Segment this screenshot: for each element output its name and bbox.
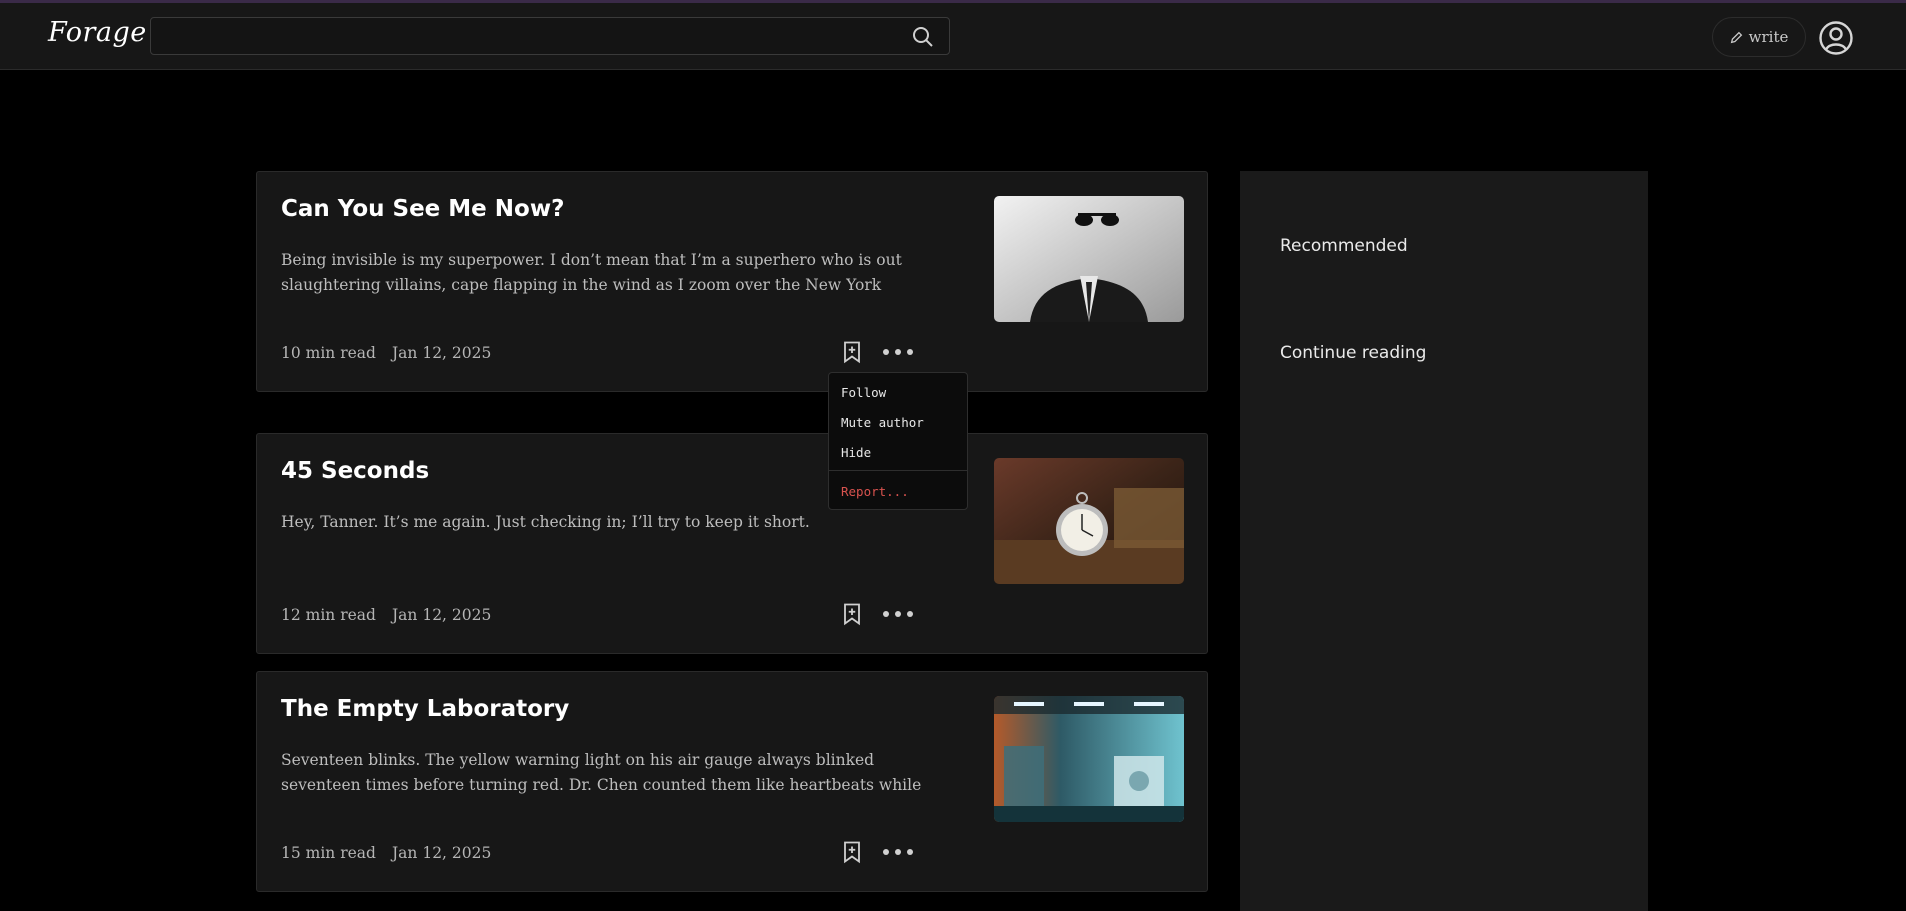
post-thumbnail[interactable] [994, 196, 1184, 322]
menu-item-hide[interactable]: Hide [841, 445, 871, 460]
post-title[interactable]: 45 Seconds [281, 458, 429, 484]
more-horizontal-icon[interactable] [883, 842, 913, 862]
menu-item-report[interactable]: Report... [841, 484, 909, 499]
more-horizontal-icon[interactable] [883, 604, 913, 624]
sidebar: Recommended Continue reading [1240, 171, 1648, 911]
post-meta: 12 min read Jan 12, 2025 [281, 606, 491, 624]
bookmark-add-icon[interactable] [840, 340, 864, 364]
read-time: 12 min read [281, 606, 376, 624]
menu-divider [829, 470, 967, 471]
post-card[interactable]: 45 Seconds Hey, Tanner. It’s me again. J… [256, 433, 1208, 654]
post-title[interactable]: The Empty Laboratory [281, 696, 569, 722]
more-horizontal-icon[interactable] [883, 342, 913, 362]
bookmark-add-icon[interactable] [840, 840, 864, 864]
post-date: Jan 12, 2025 [391, 606, 492, 624]
pencil-icon [1730, 31, 1742, 43]
post-title[interactable]: Can You See Me Now? [281, 196, 564, 222]
post-card[interactable]: Can You See Me Now? Being invisible is m… [256, 171, 1208, 392]
search-input[interactable] [150, 17, 950, 55]
top-navigation-bar: Forage write [0, 0, 1906, 70]
menu-item-follow[interactable]: Follow [841, 385, 886, 400]
read-time: 15 min read [281, 844, 376, 862]
post-meta: 15 min read Jan 12, 2025 [281, 844, 491, 862]
search-icon[interactable] [911, 25, 935, 49]
user-circle-icon[interactable] [1818, 20, 1854, 56]
post-card[interactable]: The Empty Laboratory Seventeen blinks. T… [256, 671, 1208, 892]
post-thumbnail[interactable] [994, 696, 1184, 822]
menu-item-mute-author[interactable]: Mute author [841, 415, 924, 430]
sidebar-continue-reading-heading: Continue reading [1280, 343, 1427, 363]
bookmark-add-icon[interactable] [840, 602, 864, 626]
write-button[interactable]: write [1712, 17, 1806, 57]
write-button-label: write [1748, 28, 1789, 46]
post-excerpt: Seventeen blinks. The yellow warning lig… [281, 751, 922, 794]
read-time: 10 min read [281, 344, 376, 362]
post-date: Jan 12, 2025 [391, 344, 492, 362]
post-thumbnail[interactable] [994, 458, 1184, 584]
post-meta: 10 min read Jan 12, 2025 [281, 344, 491, 362]
post-excerpt: Hey, Tanner. It’s me again. Just checkin… [281, 513, 810, 531]
post-excerpt: Being invisible is my superpower. I don’… [281, 251, 902, 294]
post-options-menu: Follow Mute author Hide Report... [828, 372, 968, 510]
sidebar-recommended-heading: Recommended [1280, 236, 1408, 256]
post-date: Jan 12, 2025 [391, 844, 492, 862]
site-logo[interactable]: Forage [48, 17, 147, 48]
